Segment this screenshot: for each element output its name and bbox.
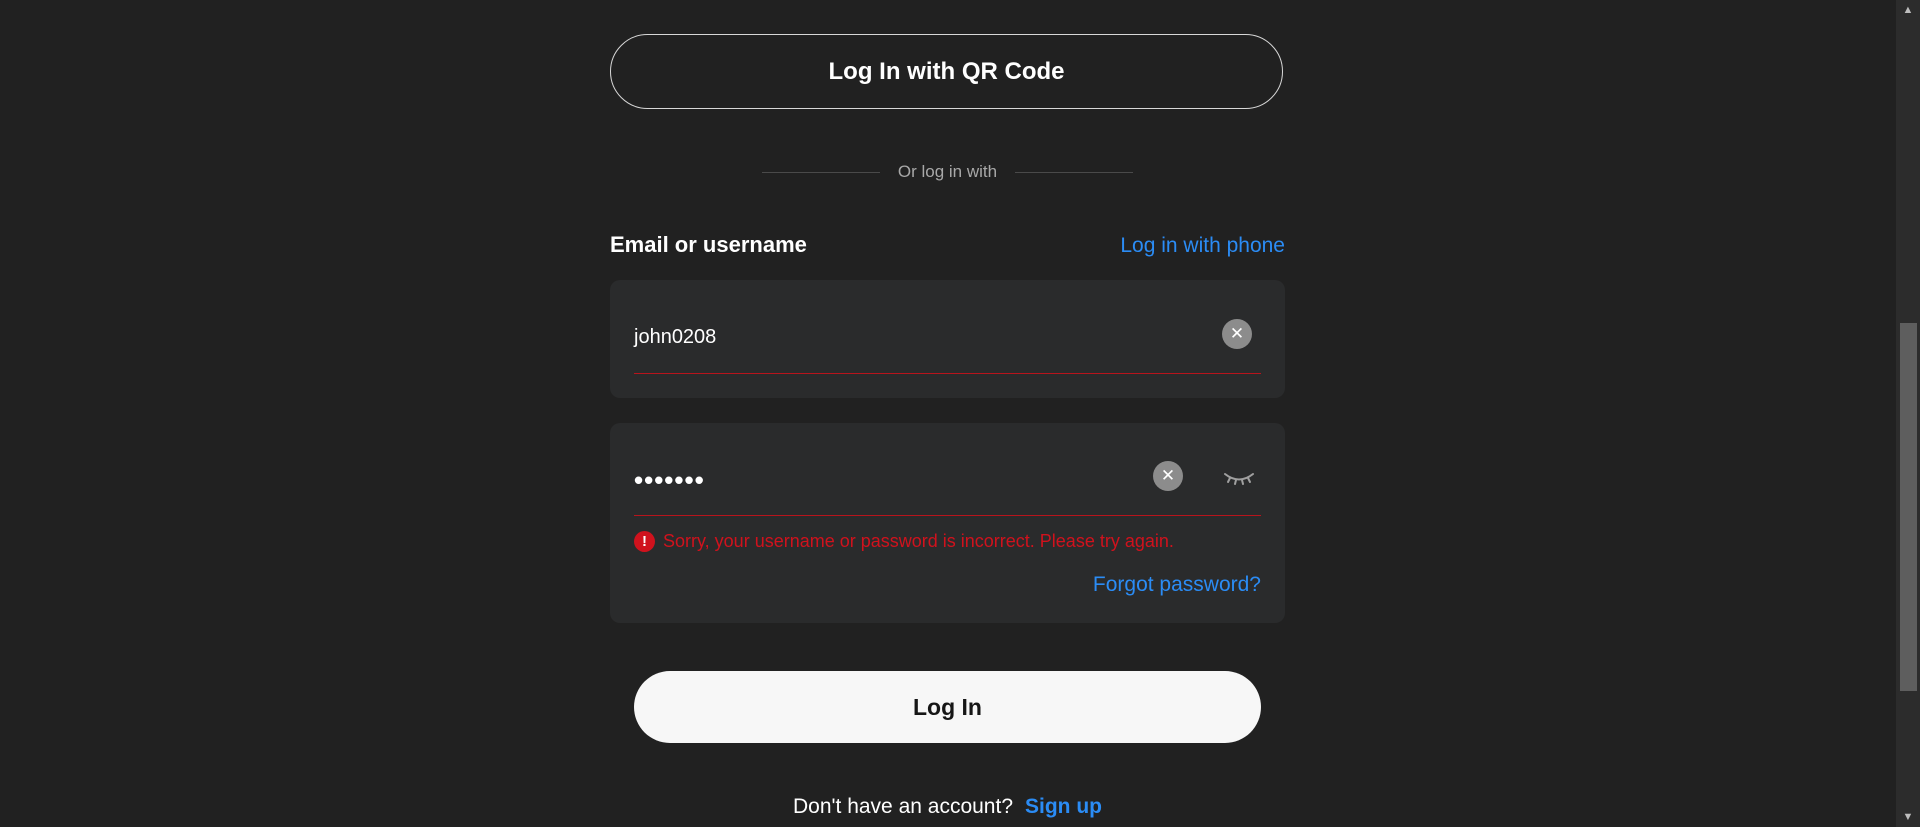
divider-text: Or log in with <box>897 162 998 181</box>
forgot-password-link[interactable]: Forgot password? <box>1093 573 1261 597</box>
signup-question: Don't have an account? <box>793 795 1013 818</box>
password-field[interactable]: ••••••• ✕ ! Sorry, your username or pass… <box>610 423 1285 623</box>
scroll-up-arrow-icon[interactable]: ▲ <box>1896 0 1920 20</box>
password-input[interactable]: ••••••• <box>634 465 705 496</box>
vertical-scrollbar[interactable]: ▲ ▼ <box>1896 0 1920 827</box>
eye-closed-icon[interactable] <box>1222 463 1256 491</box>
divider-line-right <box>1015 171 1134 173</box>
signup-row: Don't have an account? Sign up <box>610 795 1285 819</box>
email-label: Email or username <box>610 232 807 257</box>
login-button[interactable]: Log In <box>634 671 1261 743</box>
divider-line-left <box>761 171 880 173</box>
error-message-row: ! Sorry, your username or password is in… <box>634 531 1174 552</box>
error-message: Sorry, your username or password is inco… <box>663 531 1174 551</box>
clear-icon[interactable]: ✕ <box>1222 319 1252 349</box>
phone-login-link[interactable]: Log in with phone <box>1120 234 1285 258</box>
qr-login-button[interactable]: Log In with QR Code <box>610 34 1283 109</box>
username-field[interactable]: john0208 ✕ <box>610 280 1285 398</box>
username-input[interactable]: john0208 <box>634 326 716 349</box>
clear-icon[interactable]: ✕ <box>1153 461 1183 491</box>
username-error-underline <box>634 373 1261 374</box>
login-page: Log In with QR Code Or log in with Email… <box>0 0 1920 827</box>
email-label-row: Email or username Log in with phone <box>610 232 1285 264</box>
scrollbar-thumb[interactable] <box>1900 323 1917 691</box>
signup-link[interactable]: Sign up <box>1025 795 1102 819</box>
error-icon: ! <box>634 531 655 552</box>
password-error-underline <box>634 515 1261 516</box>
or-divider: Or log in with <box>610 160 1285 184</box>
scroll-down-arrow-icon[interactable]: ▼ <box>1896 807 1920 827</box>
